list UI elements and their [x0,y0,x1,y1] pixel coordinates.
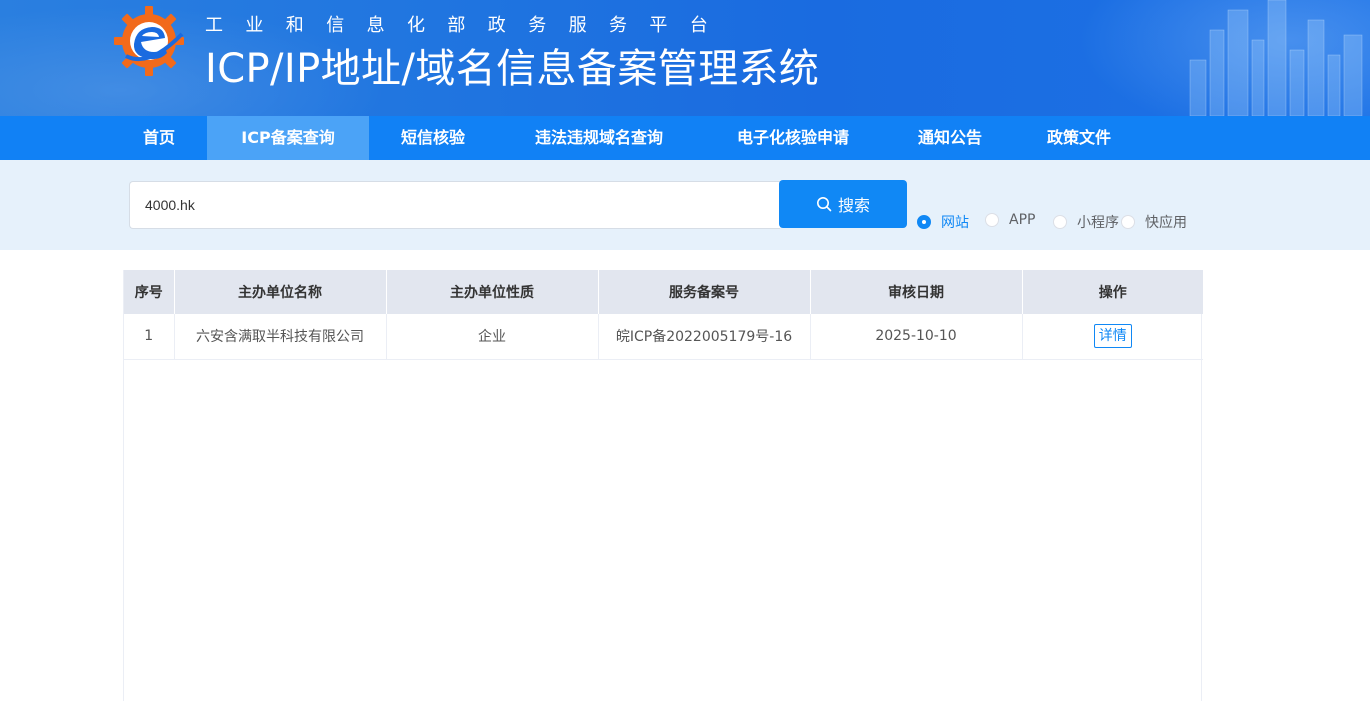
radio-website[interactable]: 网站 [917,212,969,232]
platform-subtitle: 工业和信息化部政务服务平台 [205,15,731,36]
radio-label: 小程序 [1077,215,1119,231]
results-table: 序号 主办单位名称 主办单位性质 服务备案号 审核日期 操作 1 六安含满取半科… [124,270,1203,360]
radio-app[interactable]: APP [985,212,1035,228]
nav-item-e-verify[interactable]: 电子化核验申请 [716,116,870,160]
column-header-index: 序号 [124,270,175,314]
column-header-org-type: 主办单位性质 [386,270,599,314]
column-header-audit-date: 审核日期 [810,270,1023,314]
nav-item-sms-verify[interactable]: 短信核验 [384,116,482,160]
radio-label: APP [1009,212,1036,228]
nav-item-illegal-domain[interactable]: 违法违规域名查询 [513,116,685,160]
miit-logo-icon [114,6,184,76]
cell-org-type: 企业 [386,314,599,360]
detail-button[interactable]: 详情 [1093,324,1132,349]
nav-item-icp-query[interactable]: ICP备案查询 [207,116,369,160]
radio-dot [917,215,931,229]
main-nav: 首页 ICP备案查询 短信核验 违法违规域名查询 电子化核验申请 通知公告 政策… [0,116,1370,160]
radio-label: 网站 [941,215,969,231]
search-icon [816,197,832,212]
column-header-action: 操作 [1022,270,1203,314]
cell-record-no: 皖ICP备2022005179号-16 [598,314,811,360]
search-input[interactable] [129,181,780,229]
column-header-org-name: 主办单位名称 [174,270,387,314]
radio-mini-program[interactable]: 小程序 [1053,212,1119,232]
nav-item-home[interactable]: 首页 [128,116,190,160]
radio-quick-app[interactable]: 快应用 [1121,212,1187,232]
radio-dot [985,213,999,227]
table-header-row: 序号 主办单位名称 主办单位性质 服务备案号 审核日期 操作 [124,270,1203,314]
search-button-label: 搜索 [837,196,870,215]
cell-action: 详情 [1022,314,1203,360]
cell-org-name: 六安含满取半科技有限公司 [174,314,387,360]
search-button[interactable]: 搜索 [779,180,907,228]
radio-dot [1121,215,1135,229]
results-table-container: 序号 主办单位名称 主办单位性质 服务备案号 审核日期 操作 1 六安含满取半科… [123,270,1203,701]
header-banner: 工业和信息化部政务服务平台 ICP/IP地址/域名信息备案管理系统 [0,0,1370,116]
cell-index: 1 [124,314,175,360]
nav-item-notices[interactable]: 通知公告 [900,116,1000,160]
cell-audit-date: 2025-10-10 [810,314,1023,360]
table-row: 1 六安含满取半科技有限公司 企业 皖ICP备2022005179号-16 20… [124,314,1203,360]
search-area: 搜索 网站 APP 小程序 快应用 [0,160,1370,250]
system-title: ICP/IP地址/域名信息备案管理系统 [205,46,820,92]
radio-label: 快应用 [1145,215,1187,231]
radio-dot [1053,215,1067,229]
nav-item-policies[interactable]: 政策文件 [1030,116,1128,160]
column-header-record-no: 服务备案号 [598,270,811,314]
city-skyline-decoration [1189,0,1363,116]
